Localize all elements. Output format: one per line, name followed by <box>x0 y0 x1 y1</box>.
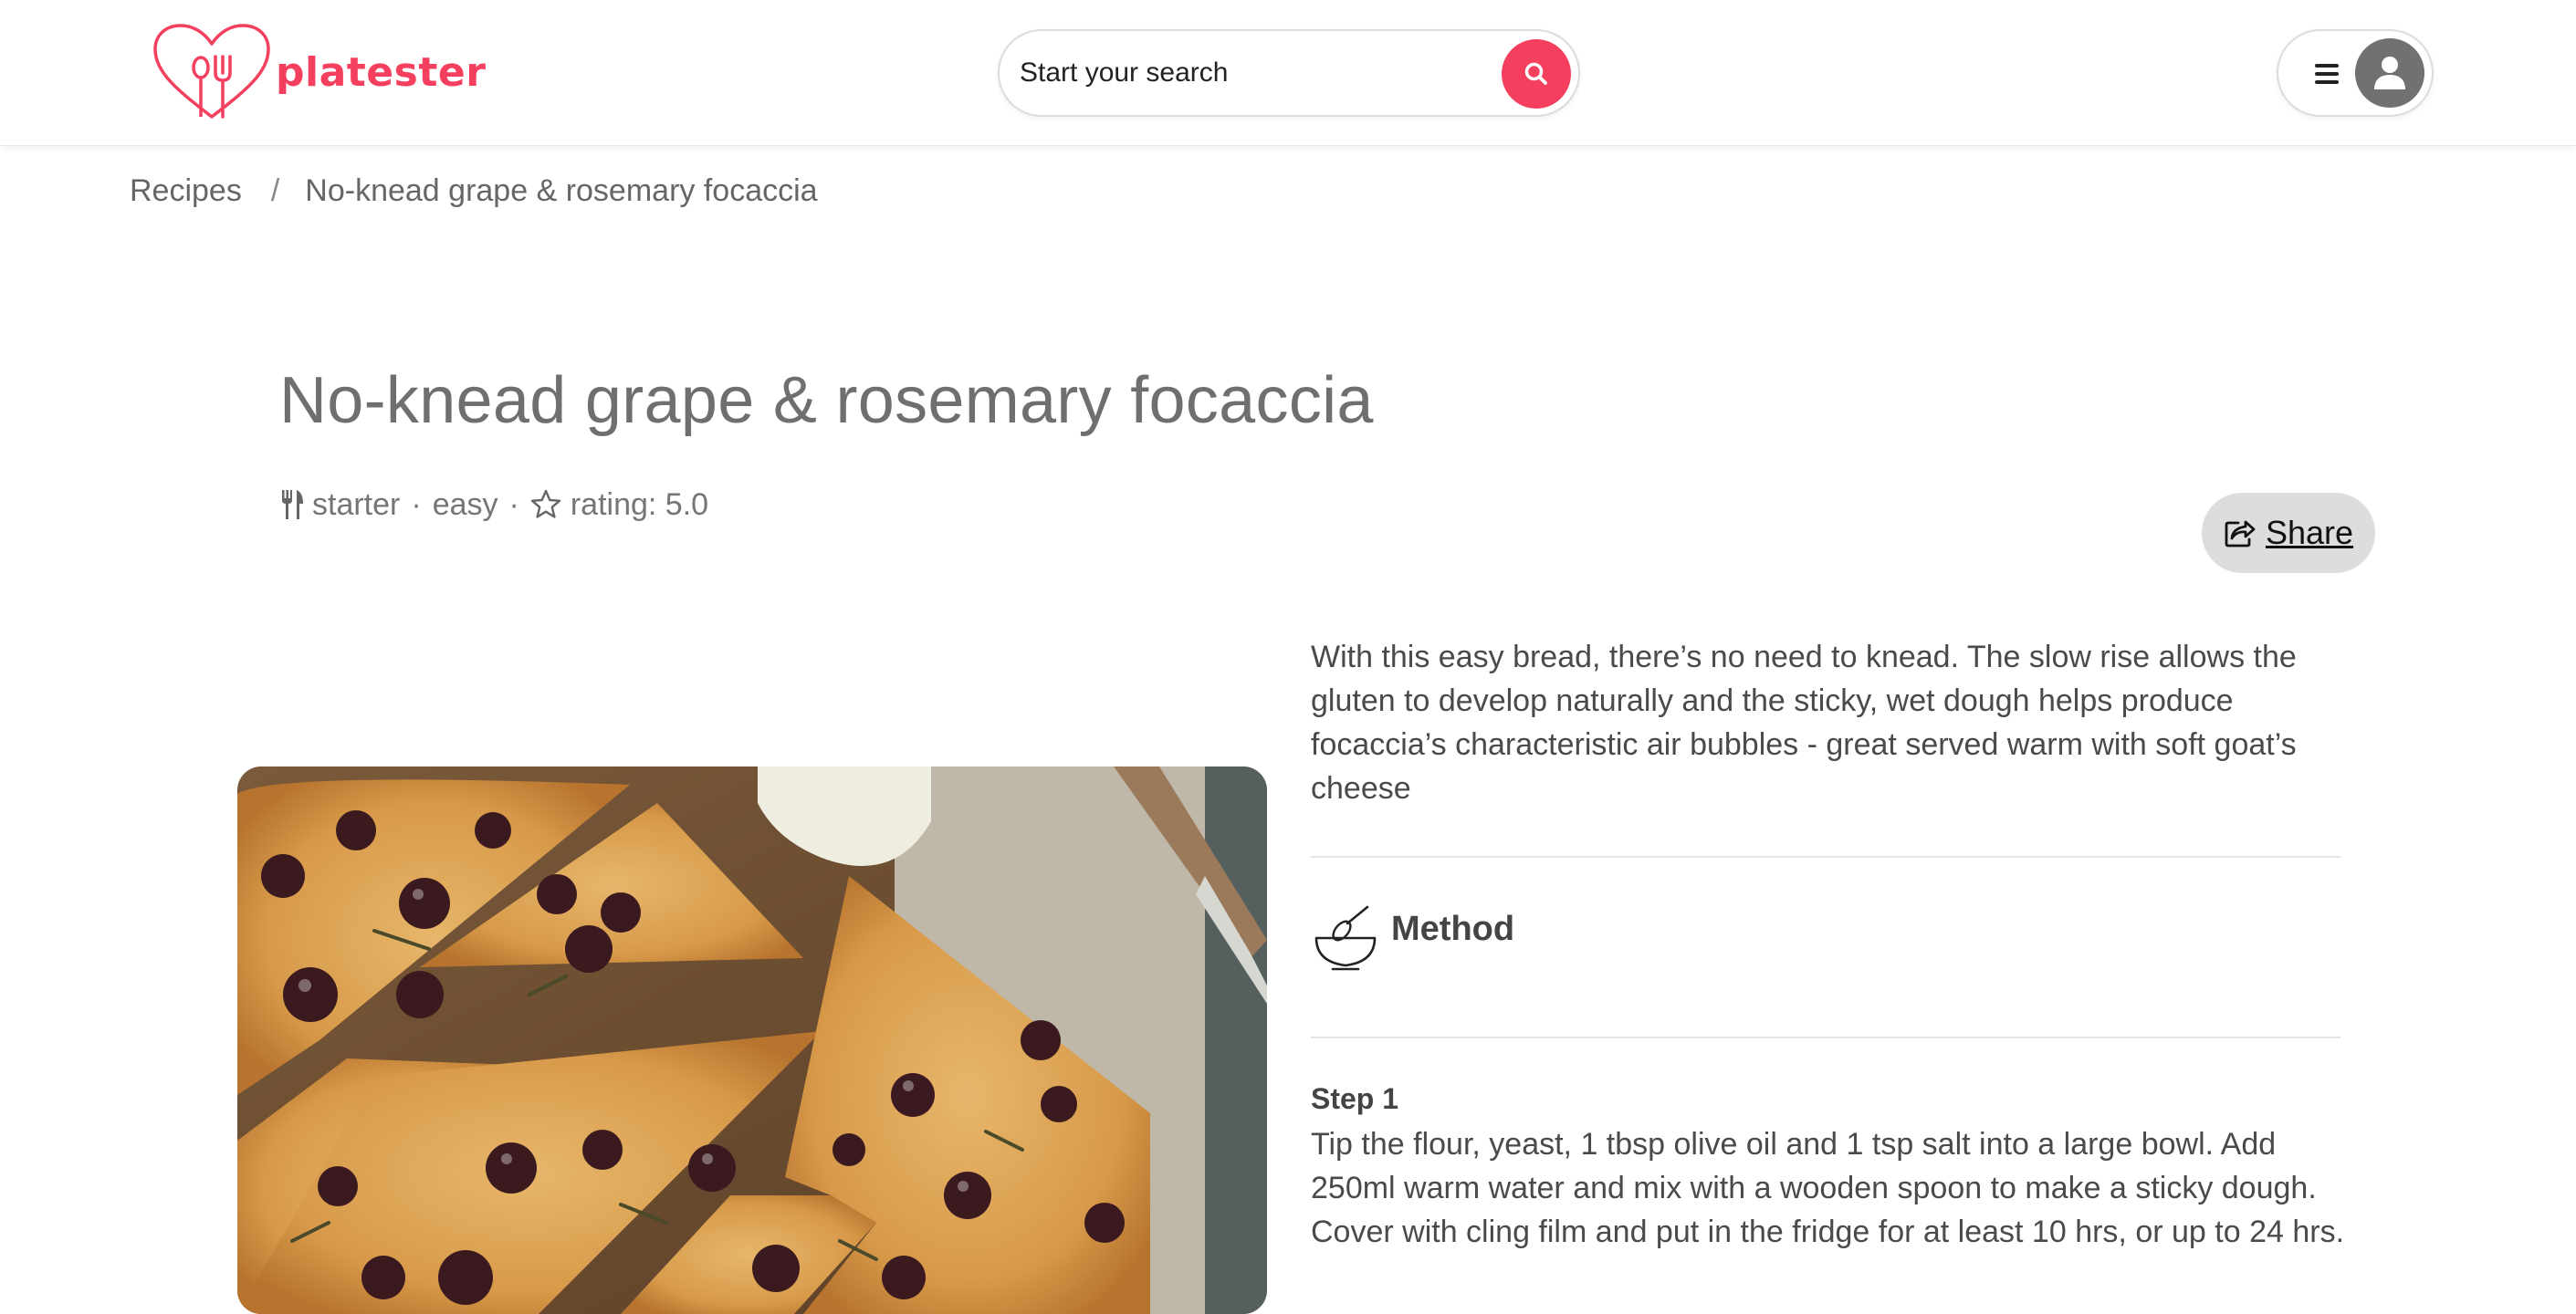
method-header: Method <box>1311 903 1514 976</box>
breadcrumb: Recipes / No-knead grape & rosemary foca… <box>130 170 818 212</box>
recipe-difficulty: easy <box>432 486 498 522</box>
breadcrumb-separator: / <box>270 172 280 208</box>
brand-logo[interactable]: platester <box>152 22 486 122</box>
heart-fork-icon <box>153 24 270 119</box>
step-label: Step 1 <box>1311 1082 1399 1115</box>
recipe-description: With this easy bread, there’s no need to… <box>1311 640 2297 806</box>
meta-separator: · <box>508 486 519 522</box>
whisk-bowl-icon <box>1314 905 1377 971</box>
hamburger-menu-icon <box>2315 64 2339 84</box>
step-text: Tip the flour, yeast, 1 tbsp olive oil a… <box>1311 1127 2345 1249</box>
divider <box>1311 856 2340 858</box>
brand-name: platester <box>276 48 487 96</box>
recipe-title: No-knead grape & rosemary focaccia <box>279 364 1374 437</box>
search-icon <box>1524 62 1547 85</box>
breadcrumb-current: No-knead grape & rosemary focaccia <box>305 172 818 208</box>
share-button[interactable]: Share <box>2202 493 2375 573</box>
search-input[interactable] <box>1020 49 1476 97</box>
share-icon <box>2225 520 2256 548</box>
star-icon <box>530 489 561 518</box>
meta-separator: · <box>411 486 422 522</box>
share-label: Share <box>2265 514 2354 551</box>
recipe-course: starter <box>312 486 401 522</box>
recipe-rating: rating: 5.0 <box>570 486 709 522</box>
focaccia-image <box>237 766 1267 1314</box>
site-header: platester <box>0 0 2576 146</box>
user-menu-button[interactable] <box>2277 29 2434 117</box>
search-bar <box>998 29 1580 117</box>
breadcrumb-recipes-link[interactable]: Recipes <box>130 173 242 209</box>
cutlery-icon <box>282 490 303 519</box>
recipe-meta: starter · easy · rating: 5.0 <box>279 484 708 526</box>
recipe-photo <box>237 766 1267 1314</box>
divider <box>1311 1037 2340 1038</box>
method-title: Method <box>1391 909 1515 948</box>
user-avatar-icon <box>2355 38 2424 108</box>
search-button[interactable] <box>1502 39 1571 109</box>
